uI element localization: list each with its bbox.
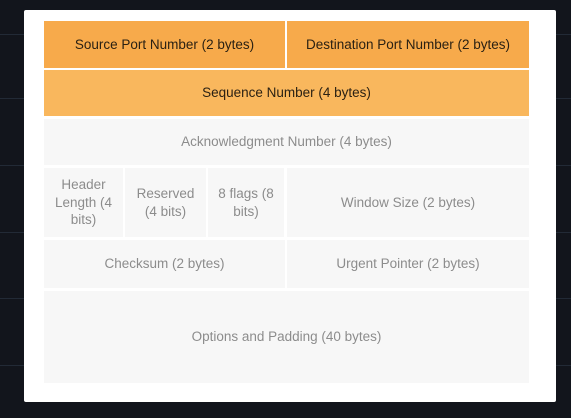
window-size-field: Window Size (2 bytes): [287, 168, 529, 237]
source-port-field: Source Port Number (2 bytes): [44, 21, 285, 68]
destination-port-field: Destination Port Number (2 bytes): [287, 21, 529, 68]
reserved-field: Reserved (4 bits): [125, 168, 206, 237]
sequence-number-field: Sequence Number (4 bytes): [44, 70, 529, 116]
acknowledgment-number-field: Acknowledgment Number (4 bytes): [44, 119, 529, 165]
tcp-header-diagram: Source Port Number (2 bytes) Destination…: [24, 10, 556, 402]
header-length-field: Header Length (4 bits): [44, 168, 123, 237]
options-padding-field: Options and Padding (40 bytes): [44, 291, 529, 383]
checksum-field: Checksum (2 bytes): [44, 240, 285, 288]
flags-field: 8 flags (8 bits): [208, 168, 284, 237]
urgent-pointer-field: Urgent Pointer (2 bytes): [287, 240, 529, 288]
